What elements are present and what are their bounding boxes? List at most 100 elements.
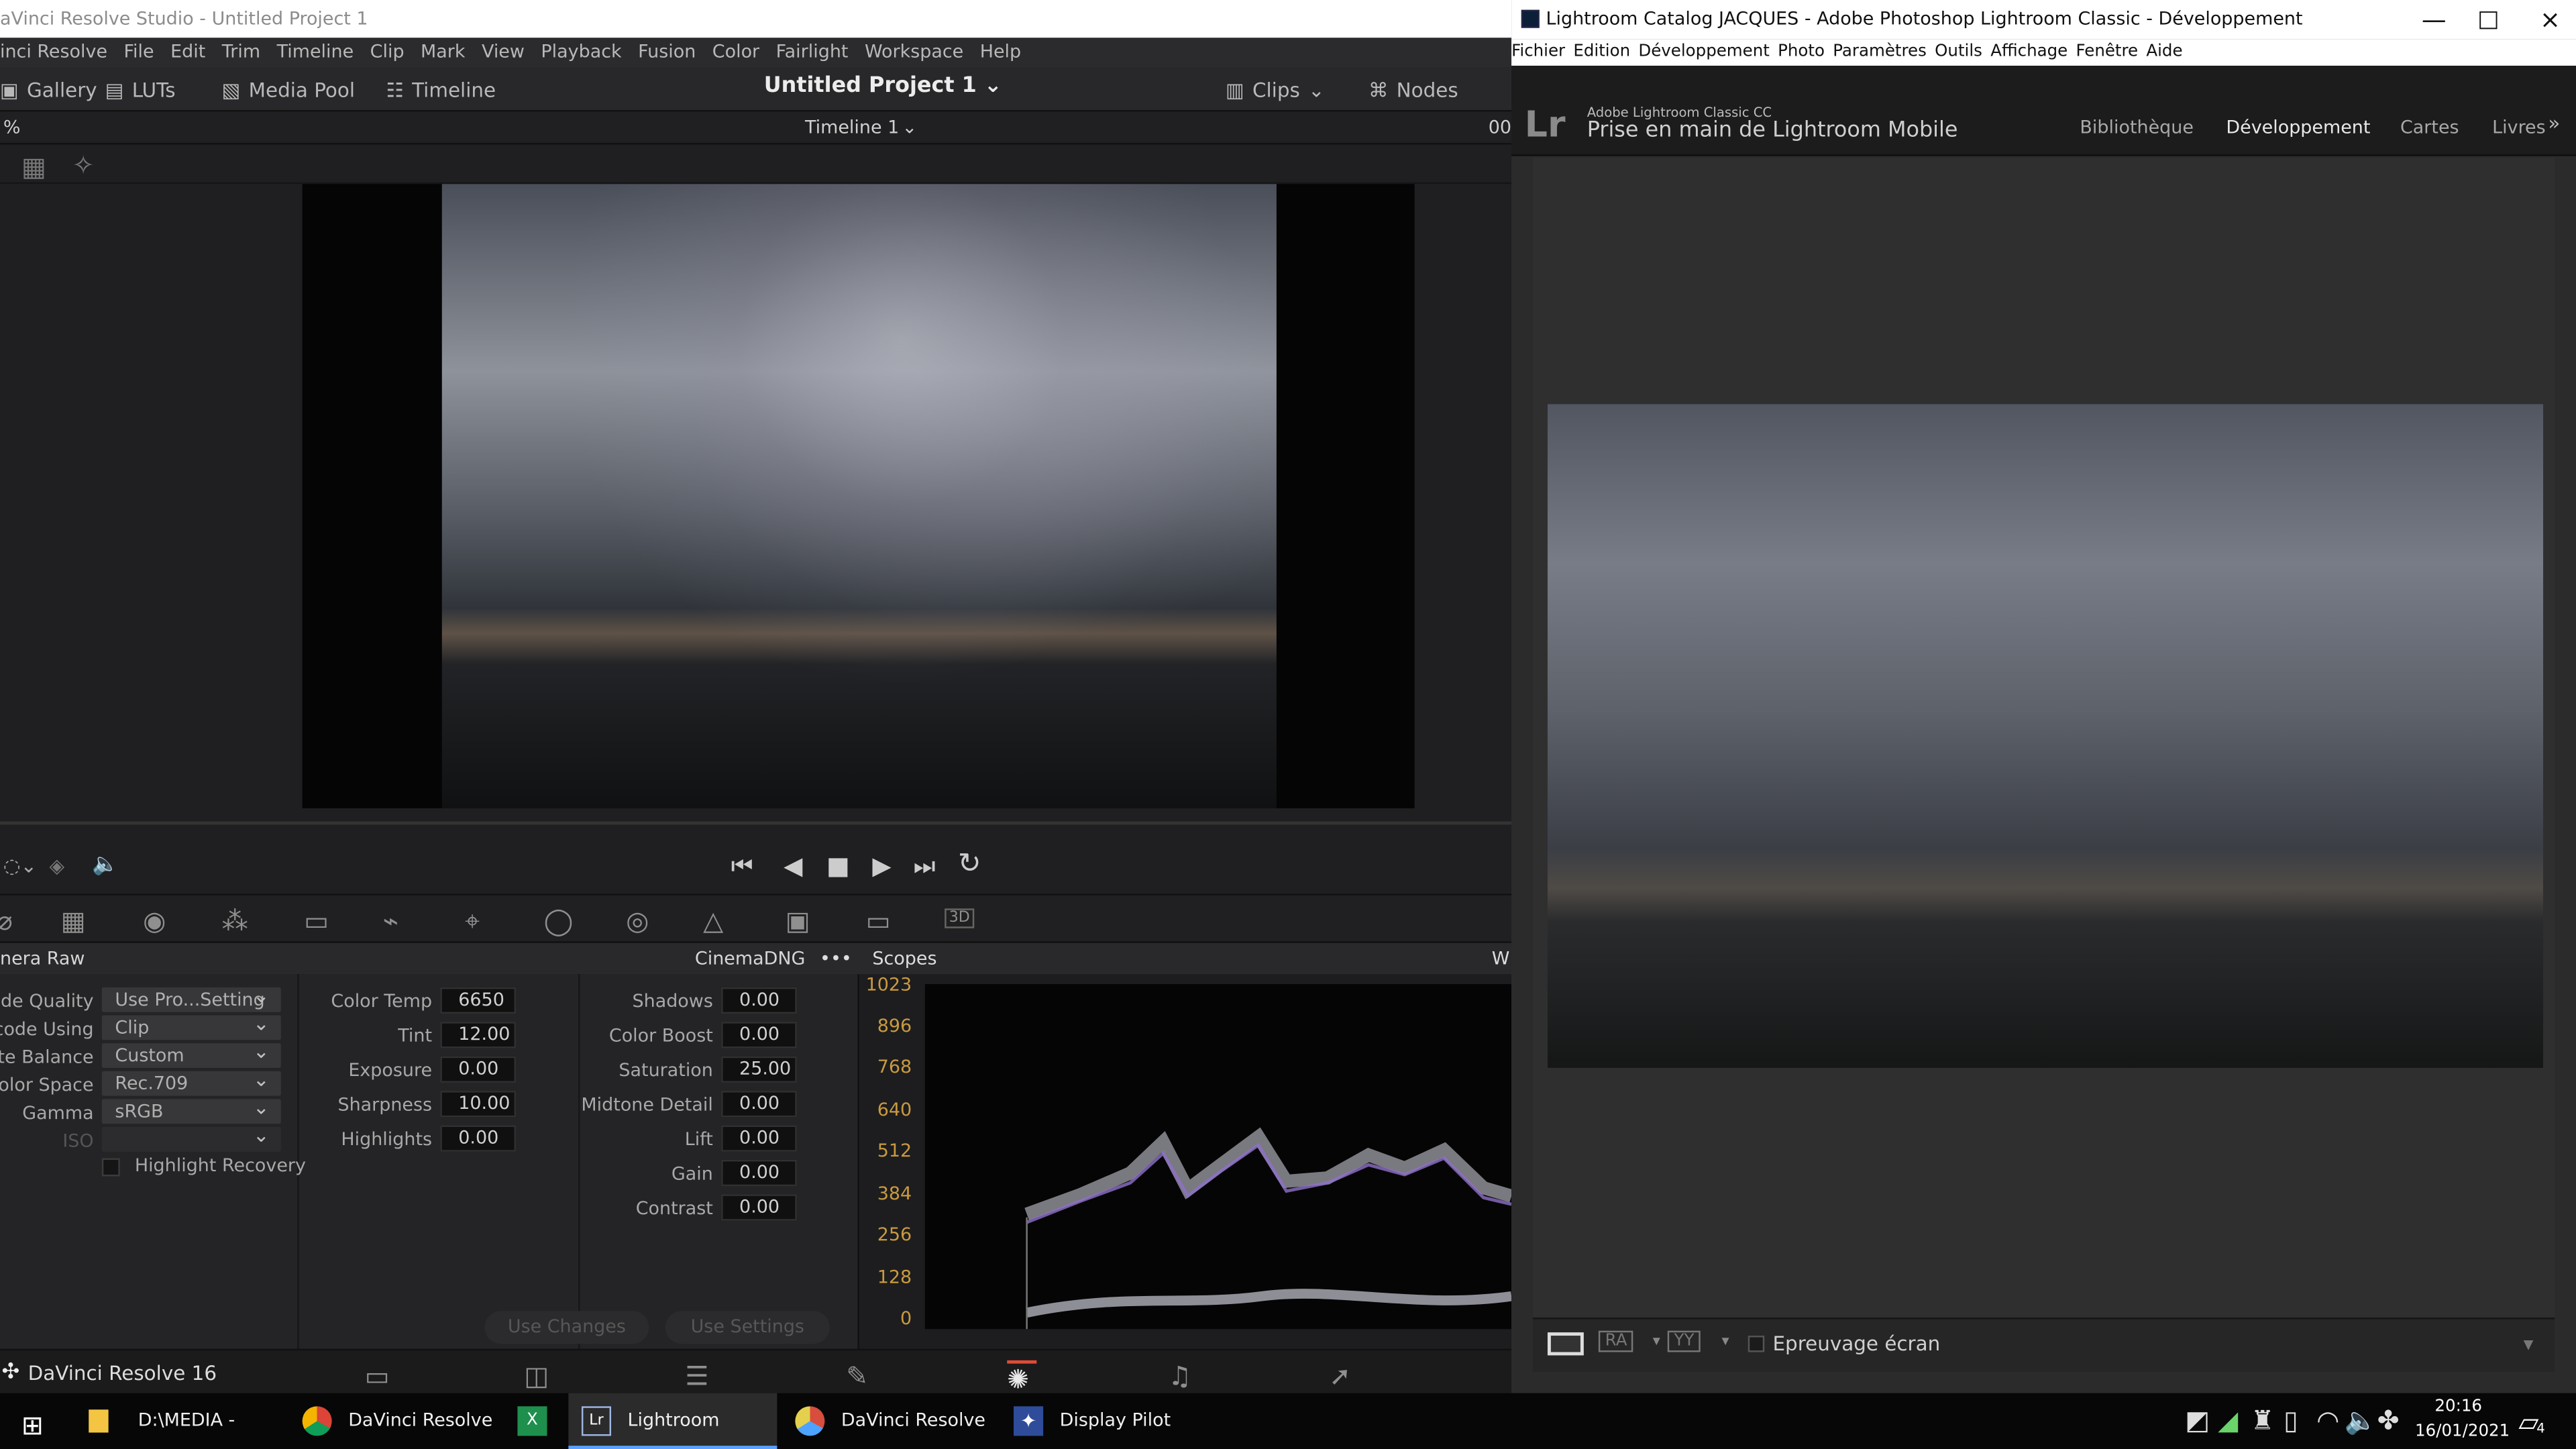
compare-button[interactable]: YY — [1667, 1330, 1701, 1352]
sharpness-field[interactable]: 10.00 — [440, 1091, 516, 1118]
curves-icon[interactable]: ⌁ — [383, 905, 413, 936]
skip-start-icon[interactable]: ⏮ — [731, 851, 753, 881]
battery-icon[interactable]: ▯ — [2284, 1405, 2310, 1436]
motion-effects-icon[interactable]: ▭ — [304, 905, 333, 936]
tray-app-icon[interactable]: ◩ — [2185, 1405, 2211, 1436]
menu-mark[interactable]: Mark — [421, 41, 465, 62]
network-usb-icon[interactable]: ♜ — [2251, 1405, 2277, 1436]
camera-raw-icon[interactable]: ⌀ — [0, 905, 26, 936]
dropbox-icon[interactable]: ✤ — [2377, 1405, 2404, 1436]
menu-timeline[interactable]: Timeline — [277, 41, 354, 62]
maximize-icon[interactable]: □ — [2477, 0, 2499, 40]
highlight-recovery-checkbox[interactable] — [101, 1158, 120, 1177]
lr-menu-outils[interactable]: Outils — [1935, 43, 1982, 61]
decode-using-select[interactable]: Clip — [101, 1012, 281, 1040]
minimize-icon[interactable]: — — [2422, 0, 2447, 40]
fairlight-page-icon[interactable]: ♫ — [1168, 1360, 1197, 1392]
lr-menu-fichier[interactable]: Fichier — [1511, 43, 1565, 61]
clip-mode-icon[interactable]: ◌⌄ — [3, 854, 37, 877]
gain-field[interactable]: 0.00 — [721, 1159, 797, 1187]
task-display-pilot[interactable]: ✦ Display Pilot — [1000, 1393, 1208, 1449]
module-livres[interactable]: Livres — [2492, 117, 2546, 138]
nvidia-icon[interactable]: ◢ — [2218, 1405, 2244, 1436]
lightroom-photo[interactable] — [1547, 404, 2544, 1068]
module-more-icon[interactable]: » — [2548, 112, 2560, 135]
rgb-mixer-icon[interactable]: ⁂ — [222, 905, 252, 936]
menu-view[interactable]: View — [482, 41, 525, 62]
contrast-field[interactable]: 0.00 — [721, 1194, 797, 1221]
menu-help[interactable]: Help — [980, 41, 1021, 62]
nodes-button[interactable]: ⌘ Nodes — [1368, 76, 1458, 105]
three-d-icon[interactable]: 3D — [945, 908, 975, 928]
qualifier-icon[interactable]: ⌖ — [465, 905, 494, 936]
close-icon[interactable]: × — [2540, 0, 2561, 40]
menu-color[interactable]: Color — [712, 41, 759, 62]
menu-clip[interactable]: Clip — [370, 41, 405, 62]
color-page-icon[interactable]: ✺ — [1007, 1360, 1037, 1395]
layers-icon[interactable]: ◈ — [49, 854, 64, 877]
lr-menu-fenetre[interactable]: Fenêtre — [2076, 43, 2139, 61]
use-settings-button[interactable]: Use Settings — [665, 1311, 830, 1344]
timeline-selector[interactable]: Timeline 1 — [805, 112, 899, 145]
stop-icon[interactable]: ■ — [826, 851, 850, 881]
lr-menu-developpement[interactable]: Développement — [1638, 43, 1769, 61]
media-page-icon[interactable]: ▭ — [365, 1360, 394, 1392]
windows-start-icon[interactable]: ⊞ — [21, 1409, 44, 1441]
tint-field[interactable]: 12.00 — [440, 1022, 516, 1049]
soft-proof-checkbox[interactable] — [1748, 1336, 1765, 1352]
window-icon[interactable]: ◯ — [544, 905, 574, 936]
lr-menu-edition[interactable]: Edition — [1573, 43, 1630, 61]
task-explorer[interactable]: D:\MEDIA - PRO\TI... — [79, 1393, 284, 1449]
deliver-page-icon[interactable]: ➚ — [1329, 1360, 1358, 1392]
clock-date[interactable]: 16/01/2021 — [2415, 1423, 2510, 1441]
notification-icon[interactable]: ▱ — [2518, 1406, 2538, 1438]
task-lightroom[interactable]: Lr Lightroom Catalog ... — [568, 1393, 777, 1449]
media-pool-button[interactable]: ▧ Media Pool — [222, 76, 355, 105]
key-icon[interactable]: ▣ — [786, 905, 815, 936]
clock-time[interactable]: 20:16 — [2434, 1398, 2482, 1416]
module-bibliotheque[interactable]: Bibliothèque — [2080, 117, 2193, 138]
lr-menu-affichage[interactable]: Affichage — [1990, 43, 2068, 61]
menu-fairlight[interactable]: Fairlight — [776, 41, 849, 62]
menu-playback[interactable]: Playback — [541, 41, 621, 62]
saturation-field[interactable]: 25.00 — [721, 1056, 797, 1083]
luts-button[interactable]: ▤ LUTs — [105, 76, 176, 105]
viewer[interactable] — [0, 184, 1512, 825]
task-excel[interactable]: X — [504, 1393, 564, 1449]
lr-menu-parametres[interactable]: Paramètres — [1833, 43, 1927, 61]
cut-page-icon[interactable]: ◫ — [524, 1360, 553, 1392]
task-chrome[interactable]: DaVinci Resolve Us... — [289, 1393, 499, 1449]
gallery-button[interactable]: ▣ Gallery — [0, 76, 97, 105]
zoom-level[interactable]: % — [3, 112, 21, 145]
more-options-icon[interactable]: ••• — [820, 943, 852, 975]
previous-frame-icon[interactable]: ◀ — [784, 851, 802, 881]
tracker-icon[interactable]: ◎ — [626, 905, 655, 936]
menu-resolve[interactable]: inci Resolve — [0, 41, 107, 62]
clips-button[interactable]: ▥ Clips ⌄ — [1226, 76, 1325, 105]
menu-trim[interactable]: Trim — [222, 41, 260, 62]
speaker-icon[interactable]: 🔈 — [92, 853, 119, 877]
loupe-view-icon[interactable] — [1547, 1332, 1584, 1356]
loop-icon[interactable]: ↻ — [958, 848, 981, 881]
lr-menu-aide[interactable]: Aide — [2146, 43, 2182, 61]
exposure-field[interactable]: 0.00 — [440, 1056, 516, 1083]
sizing-icon[interactable]: ▭ — [866, 905, 896, 936]
play-icon[interactable]: ▶ — [872, 851, 891, 881]
project-title[interactable]: Untitled Project 1 ⌄ — [764, 74, 1002, 99]
fusion-page-icon[interactable]: ✎ — [846, 1360, 875, 1392]
lr-menu-photo[interactable]: Photo — [1778, 43, 1825, 61]
module-developpement[interactable]: Développement — [2226, 117, 2370, 138]
brand-large[interactable]: Prise en main de Lightroom Mobile — [1587, 118, 1958, 143]
decode-quality-select[interactable]: Use Pro...Setting — [101, 984, 281, 1012]
midtone-detail-field[interactable]: 0.00 — [721, 1091, 797, 1118]
color-boost-field[interactable]: 0.00 — [721, 1022, 797, 1049]
color-temp-field[interactable]: 6650 — [440, 987, 516, 1014]
module-cartes[interactable]: Cartes — [2400, 117, 2459, 138]
lift-field[interactable]: 0.00 — [721, 1125, 797, 1152]
volume-icon[interactable]: 🔈 — [2345, 1405, 2377, 1436]
blur-icon[interactable]: △ — [703, 905, 733, 936]
grid-icon[interactable]: ▦ — [21, 151, 46, 182]
use-changes-button[interactable]: Use Changes — [484, 1311, 649, 1344]
color-space-select[interactable]: Rec.709 — [101, 1068, 281, 1096]
menu-workspace[interactable]: Workspace — [865, 41, 963, 62]
